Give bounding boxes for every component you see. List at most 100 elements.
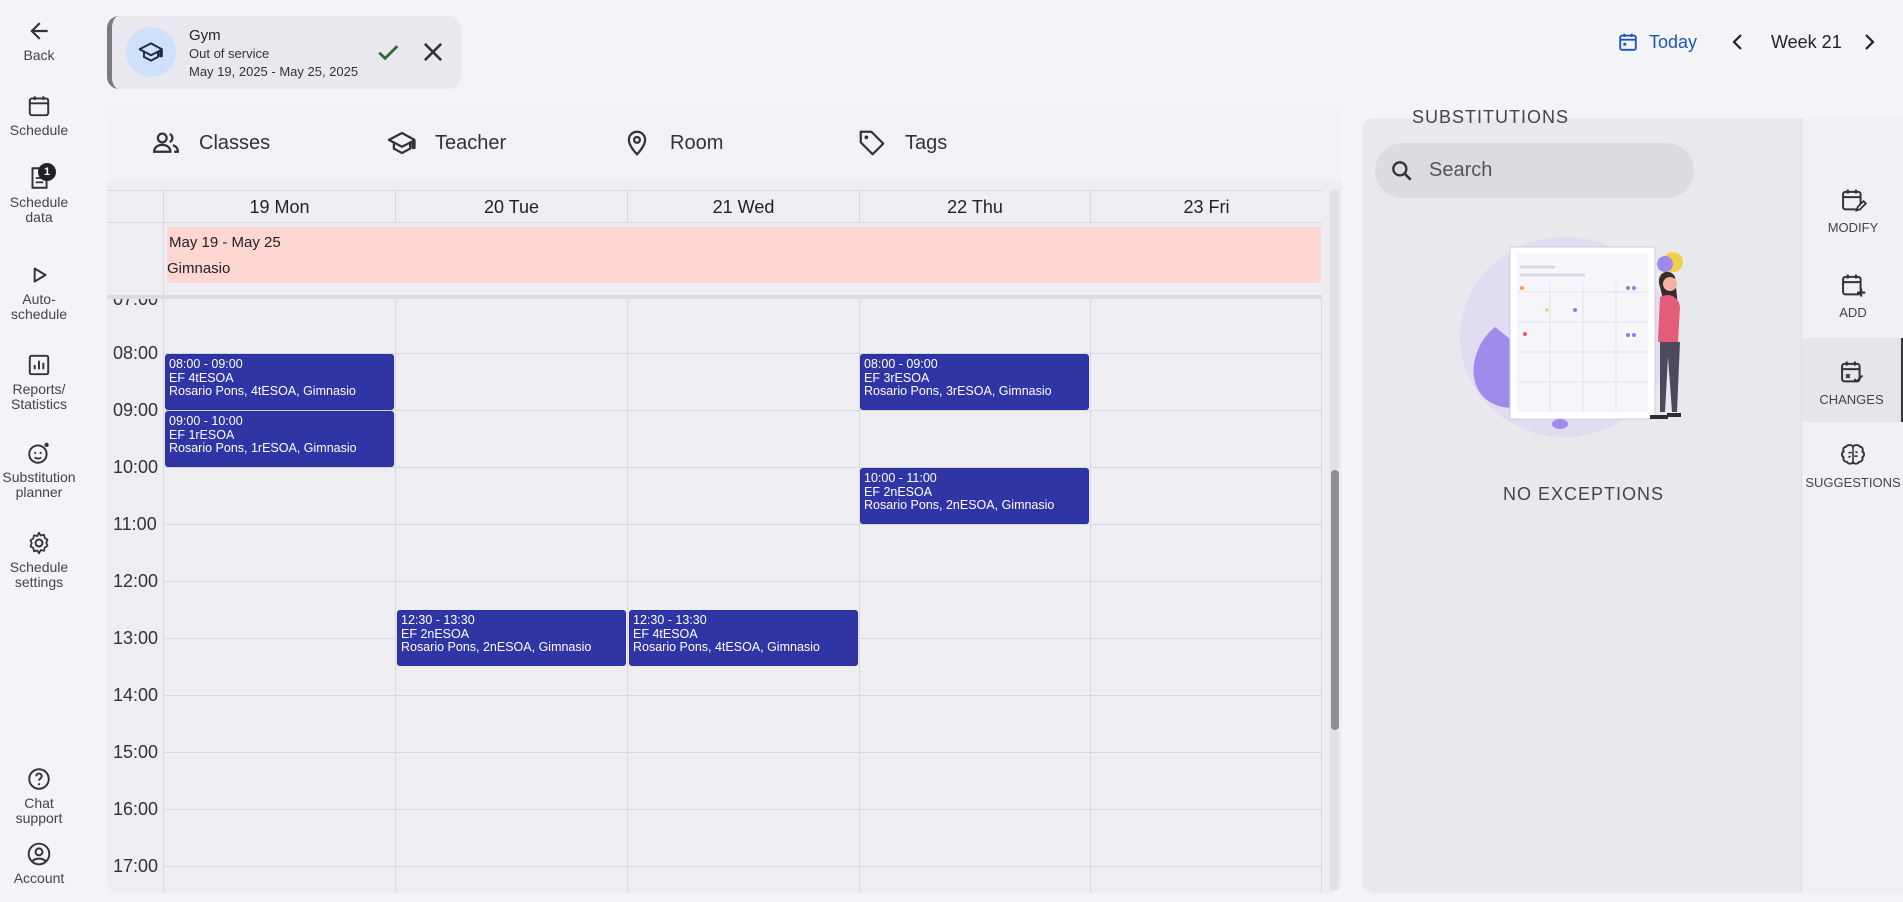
school-icon — [138, 42, 163, 62]
hour-line — [163, 410, 1321, 411]
event-subject: EF 4tESOA — [169, 371, 234, 385]
hour-line — [163, 866, 1321, 867]
class-event[interactable]: 08:00 - 09:00 EF 4tESOA Rosario Pons, 4t… — [166, 355, 393, 409]
today-label: Today — [1649, 31, 1698, 52]
class-event[interactable]: 12:30 - 13:30 EF 2nESOA Rosario Pons, 2n… — [398, 611, 625, 665]
hour-label: 17:00 — [113, 856, 159, 876]
side-tab-add[interactable]: ADD — [1802, 251, 1903, 335]
all-day-row: May 19 - May 25 Gimnasio — [107, 223, 1322, 299]
nav-schedule-label: Schedule — [9, 122, 69, 138]
side-tab-changes-label: CHANGES — [1819, 392, 1884, 407]
class-event[interactable]: 10:00 - 11:00 EF 2nESOA Rosario Pons, 2n… — [861, 469, 1088, 523]
tab-teacher[interactable]: Teacher — [387, 128, 506, 158]
tab-classes[interactable]: Classes — [151, 128, 270, 158]
no-exceptions-text: NO EXCEPTIONS — [1502, 484, 1665, 504]
event-subject: EF 2nESOA — [864, 485, 933, 499]
event-subject: EF 3rESOA — [864, 371, 930, 385]
grid-line — [163, 223, 164, 299]
class-event[interactable]: 12:30 - 13:30 EF 4tESOA Rosario Pons, 4t… — [630, 611, 857, 665]
day-header: 21 Wed — [627, 191, 859, 223]
hour-line — [163, 467, 1321, 468]
class-event[interactable]: 09:00 - 10:00 EF 1rESOA Rosario Pons, 1r… — [166, 412, 393, 466]
all-day-event[interactable]: May 19 - May 25 Gimnasio — [167, 227, 1321, 283]
search-field[interactable] — [1375, 143, 1694, 198]
hour-line — [163, 353, 1321, 354]
nav-account[interactable]: Account — [0, 841, 78, 886]
side-tab-suggestions-label: SUGGESTIONS — [1805, 475, 1901, 490]
week-label: Week 21 — [1771, 32, 1842, 52]
tab-teacher-label: Teacher — [435, 131, 507, 154]
event-details: Rosario Pons, 4tESOA, Gimnasio — [169, 385, 356, 398]
calendar-icon — [28, 96, 50, 117]
event-time: 12:30 - 13:30 — [633, 614, 707, 627]
class-event[interactable]: 08:00 - 09:00 EF 3rESOA Rosario Pons, 3r… — [861, 355, 1088, 409]
nav-back[interactable]: Back — [0, 18, 78, 63]
tag-icon — [859, 130, 885, 156]
all-day-event-range: May 19 - May 25 — [169, 234, 281, 251]
chip-status: Out of service — [189, 46, 270, 61]
day-header: 22 Thu — [859, 191, 1090, 223]
side-tab-changes[interactable]: CHANGES — [1802, 338, 1903, 422]
close-icon[interactable] — [419, 38, 447, 66]
search-input[interactable] — [1429, 155, 1679, 185]
day-header: 19 Mon — [163, 191, 395, 223]
nav-substitution[interactable]: Substitution planner — [0, 440, 78, 500]
tab-tags-label: Tags — [905, 131, 948, 154]
tab-room[interactable]: Room — [622, 128, 723, 158]
location-pin-icon — [627, 130, 647, 156]
hour-label: 10:00 — [113, 457, 159, 477]
hour-line — [163, 581, 1321, 582]
school-icon — [387, 131, 416, 155]
calendar-add-icon — [1842, 274, 1866, 297]
day-header-row: 19 Mon 20 Tue 21 Wed 22 Thu 23 Fri — [107, 190, 1322, 223]
side-tab-bar: MODIFY ADD CHANGES SUGGESTIONS — [1801, 118, 1903, 893]
event-subject: EF 1rESOA — [169, 428, 235, 442]
people-icon — [152, 132, 180, 153]
calendar-check-icon — [1840, 361, 1863, 383]
time-grid: 07:00 08:00 09:00 10:00 11:00 12:00 13:0… — [107, 299, 1322, 893]
nav-schedule-data[interactable]: 1 Schedule data — [0, 163, 78, 225]
substitutions-title: SUBSTITUTIONS — [1412, 107, 1570, 127]
event-subject: EF 2nESOA — [401, 627, 470, 641]
play-icon — [33, 267, 47, 283]
nav-settings[interactable]: Schedule settings — [0, 530, 78, 590]
hour-label: 08:00 — [113, 343, 159, 363]
event-details: Rosario Pons, 1rESOA, Gimnasio — [169, 442, 357, 455]
nav-schedule-data-label: Schedule data — [9, 194, 69, 225]
side-tab-suggestions[interactable]: SUGGESTIONS — [1802, 421, 1903, 505]
help-icon — [28, 768, 50, 790]
tab-tags[interactable]: Tags — [857, 128, 947, 158]
left-nav: Back Schedule 1 Schedule data Auto- sche… — [0, 0, 80, 902]
hour-line — [163, 809, 1321, 810]
nav-auto-schedule[interactable]: Auto- schedule — [0, 262, 78, 322]
nav-chat-label: Chat support — [15, 795, 63, 826]
tab-room-label: Room — [670, 131, 724, 154]
gear-icon — [29, 531, 49, 555]
side-tab-modify[interactable]: MODIFY — [1802, 166, 1903, 250]
event-time: 09:00 - 10:00 — [169, 415, 243, 428]
nav-substitution-label: Substitution planner — [2, 469, 76, 500]
hour-label: 12:00 — [113, 571, 159, 591]
event-details: Rosario Pons, 2nESOA, Gimnasio — [401, 641, 592, 654]
chevron-right-icon[interactable] — [1857, 30, 1881, 54]
view-tabs: Classes Teacher Room Tags — [107, 106, 1342, 181]
scrollbar-thumb[interactable] — [1331, 470, 1339, 730]
today-button[interactable]: Today — [1617, 28, 1697, 56]
hour-label: 09:00 — [113, 400, 159, 420]
resource-chip: Gym Out of service May 19, 2025 - May 25… — [107, 16, 461, 89]
event-details: Rosario Pons, 2nESOA, Gimnasio — [864, 499, 1055, 512]
nav-schedule[interactable]: Schedule — [0, 93, 78, 138]
event-details: Rosario Pons, 4tESOA, Gimnasio — [633, 641, 820, 654]
nav-back-label: Back — [23, 47, 55, 63]
schedule-data-badge: 1 — [38, 163, 56, 181]
nav-chat-support[interactable]: Chat support — [0, 766, 78, 826]
all-day-event-room: Gimnasio — [167, 260, 231, 277]
grid-line — [163, 299, 164, 893]
avatar — [126, 27, 176, 77]
chevron-left-icon[interactable] — [1726, 30, 1750, 54]
nav-reports[interactable]: Reports/ Statistics — [0, 352, 78, 412]
nav-auto-schedule-label: Auto- schedule — [10, 291, 68, 322]
account-icon — [27, 842, 51, 866]
event-time: 08:00 - 09:00 — [169, 358, 243, 371]
check-icon[interactable] — [374, 38, 402, 66]
